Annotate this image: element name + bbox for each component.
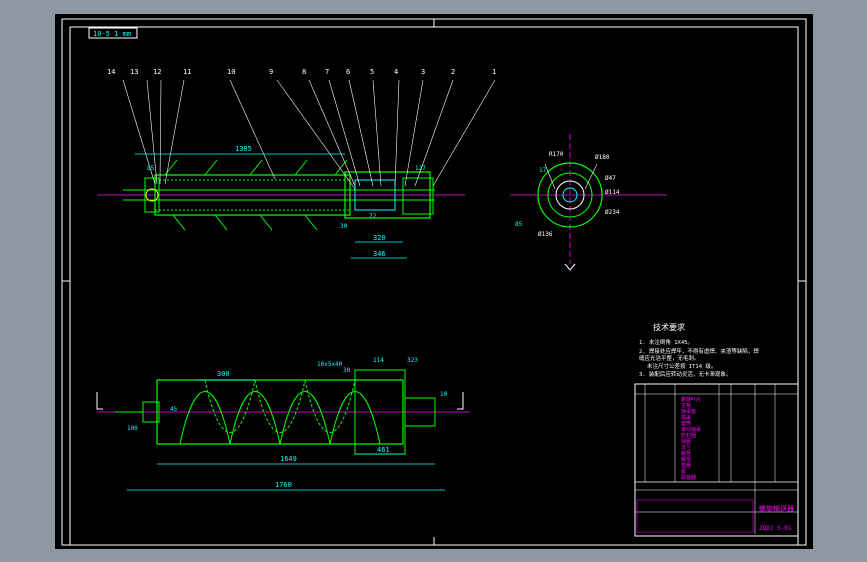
dim-1305: 1305 xyxy=(235,145,252,153)
dim-section-17: 17 xyxy=(539,167,547,174)
drawing-canvas[interactable]: 10-5 1 mm 14 13 12 11 10 9 8 7 6 5 4 3 2… xyxy=(55,14,813,549)
tech-note-line: 3. 装配后应转动灵活，无卡滞现象。 xyxy=(639,370,731,378)
tech-note-line: 缝应光洁平整，无毛刺。 xyxy=(639,354,700,362)
top-blades-upper xyxy=(164,159,348,176)
dim-114: 114 xyxy=(373,357,384,364)
right-end-cap xyxy=(402,177,434,215)
bom-row: 滚动轴承 xyxy=(681,426,701,433)
dim-323: 323 xyxy=(407,357,418,364)
bom-row: 端盖 xyxy=(681,414,691,421)
dim-1649: 1649 xyxy=(280,455,297,463)
dim-phi180: Ø180 xyxy=(595,154,610,161)
dim-phi136: Ø136 xyxy=(538,231,553,238)
dim-127: 127 xyxy=(415,165,426,172)
top-blades-lower xyxy=(172,214,318,231)
bottom-right-marker xyxy=(457,392,464,410)
top-view: 14 13 12 11 10 9 8 7 6 5 4 3 2 1 1305 32… xyxy=(97,68,496,259)
bom-frame xyxy=(634,383,799,537)
helix-back xyxy=(204,379,356,433)
part-number-12: 12 xyxy=(153,68,161,76)
part-number-9: 9 xyxy=(269,68,273,76)
dim-key: 10x5x40 xyxy=(317,361,343,368)
bom-row: 轴承座 xyxy=(681,408,696,415)
bottom-view: 300 10x5x40 114 323 30 100 45 10 461 164… xyxy=(96,357,470,491)
bom-row: 主轴 xyxy=(681,402,691,409)
part-number-3: 3 xyxy=(421,68,425,76)
bottom-left-marker xyxy=(96,392,103,410)
signature-block xyxy=(636,499,754,533)
bom-row: 键 xyxy=(681,468,686,475)
dim-45: 45 xyxy=(170,406,178,413)
tech-note-line: 未注尺寸公差按 IT14 级。 xyxy=(647,362,716,370)
drawing-title: 螺旋输送器 xyxy=(759,504,794,513)
dim-phi234: Ø234 xyxy=(605,209,620,216)
dim-320: 320 xyxy=(373,234,386,242)
part-number-2: 2 xyxy=(451,68,455,76)
section-arrow xyxy=(564,263,576,271)
application-frame: 10-5 1 mm 14 13 12 11 10 9 8 7 6 5 4 3 2… xyxy=(0,0,867,562)
dim-bottom-30: 30 xyxy=(343,367,351,374)
part-number-7: 7 xyxy=(325,68,329,76)
title-block: 螺旋叶片 主轴 轴承座 端盖 套筒 滚动轴承 密封圈 挡圈 法兰 螺栓 螺母 垫… xyxy=(634,383,799,537)
bom-row: 螺母 xyxy=(681,456,691,463)
dim-461: 461 xyxy=(377,446,390,454)
dim-section-85: 85 xyxy=(515,221,523,228)
tech-notes-title: 技术要求 xyxy=(653,322,685,332)
cad-drawing: 10-5 1 mm 14 13 12 11 10 9 8 7 6 5 4 3 2… xyxy=(61,18,807,546)
bom-row: 法兰 xyxy=(681,444,691,451)
part-number-1: 1 xyxy=(492,68,496,76)
dim-346: 346 xyxy=(373,250,386,258)
bom-row: 螺旋叶片 xyxy=(681,396,701,403)
leader-lines xyxy=(122,79,496,190)
bom-row: 套筒 xyxy=(681,420,691,427)
drawing-number: ZQDJ 5-01 xyxy=(759,525,792,532)
dim-10: 10 xyxy=(440,391,448,398)
part-number-4: 4 xyxy=(394,68,398,76)
dim-85: 85 xyxy=(147,165,155,172)
tech-note-line: 1. 未注倒角 1X45。 xyxy=(639,338,693,346)
dim-r170: R170 xyxy=(549,151,564,158)
part-number-8: 8 xyxy=(302,68,306,76)
bom-row: 联轴器 xyxy=(681,474,696,481)
part-number-11: 11 xyxy=(183,68,191,76)
part-number-10: 10 xyxy=(227,68,235,76)
corner-tag: 10-5 1 mm xyxy=(93,30,131,38)
tech-notes: 技术要求 1. 未注倒角 1X45。 2. 焊接处应焊牢，不得有虚焊、夹渣等缺陷… xyxy=(639,322,759,378)
tech-note-line: 2. 焊接处应焊牢，不得有虚焊、夹渣等缺陷，焊 xyxy=(639,347,759,355)
bom-row: 挡圈 xyxy=(681,438,691,445)
dim-72: 72 xyxy=(369,213,377,220)
part-number-13: 13 xyxy=(130,68,138,76)
part-number-6: 6 xyxy=(346,68,350,76)
bom-row: 垫圈 xyxy=(681,462,691,469)
part-number-5: 5 xyxy=(370,68,374,76)
bom-row: 密封圈 xyxy=(681,432,696,439)
part-number-14: 14 xyxy=(107,68,115,76)
dim-1760: 1760 xyxy=(275,481,292,489)
dim-phi47: Ø47 xyxy=(605,175,616,182)
bom-row: 螺栓 xyxy=(681,450,691,457)
outer-border xyxy=(61,18,807,546)
dim-300: 300 xyxy=(217,370,230,378)
dim-phi114: Ø114 xyxy=(605,189,620,196)
section-view: Ø180 Ø47 Ø114 Ø234 Ø136 R170 85 17 xyxy=(510,134,667,271)
dim-30: 30 xyxy=(340,223,348,230)
dim-100: 100 xyxy=(127,425,138,432)
